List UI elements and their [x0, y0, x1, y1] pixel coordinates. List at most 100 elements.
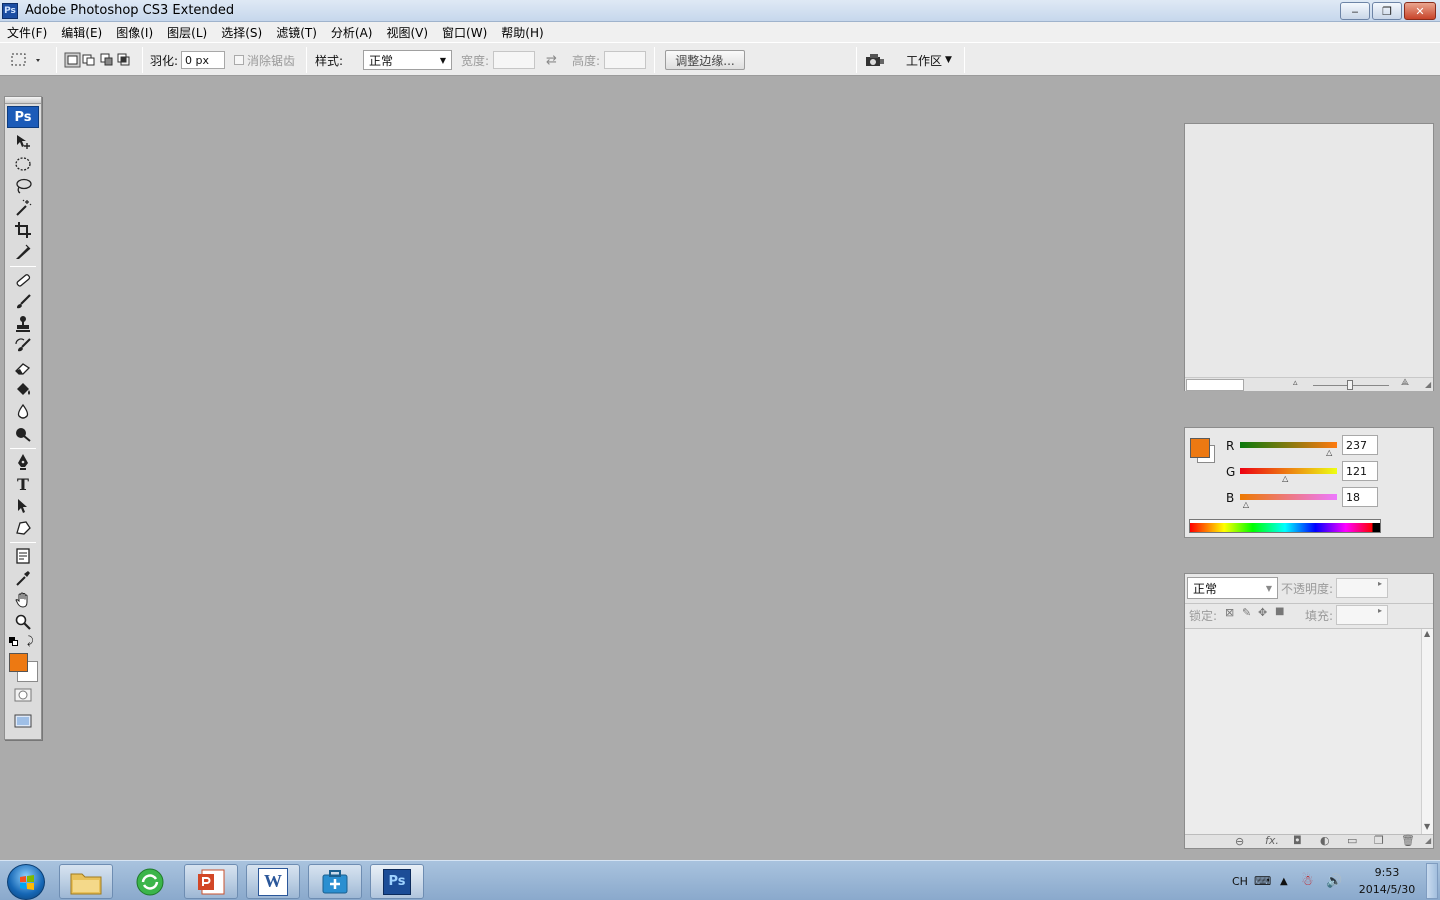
- g-channel-slider[interactable]: [1240, 468, 1337, 474]
- g-channel-thumb[interactable]: △: [1282, 474, 1288, 483]
- eraser-tool-icon[interactable]: [11, 358, 35, 378]
- swap-colors-icon[interactable]: ⤸: [27, 634, 34, 648]
- antialias-checkbox[interactable]: [234, 55, 244, 65]
- custom-shape-icon[interactable]: [11, 518, 35, 538]
- pen-tool-icon[interactable]: [11, 452, 35, 472]
- menu-help[interactable]: 帮助(H): [494, 24, 550, 41]
- keyboard-icon[interactable]: ⌨: [1254, 874, 1271, 888]
- b-channel-thumb[interactable]: △: [1243, 500, 1249, 509]
- hand-tool-icon[interactable]: [11, 590, 35, 610]
- color-spectrum-ramp[interactable]: [1189, 519, 1381, 533]
- taskbar-app5-button[interactable]: [308, 864, 362, 899]
- zoom-tool-icon[interactable]: [11, 612, 35, 632]
- refine-edge-button[interactable]: 调整边缘...: [665, 50, 745, 70]
- default-colors-icon[interactable]: [9, 637, 18, 646]
- new-group-icon[interactable]: ▭: [1347, 834, 1357, 847]
- scroll-down-icon[interactable]: ▼: [1424, 822, 1430, 831]
- blend-mode-dropdown[interactable]: 正常 ▼: [1187, 577, 1278, 599]
- menu-file[interactable]: 文件(F): [0, 24, 54, 41]
- foreground-color-swatch[interactable]: [9, 653, 28, 672]
- ps-logo[interactable]: Ps: [7, 106, 39, 128]
- intersect-selection-icon[interactable]: [117, 53, 130, 66]
- lock-all-icon[interactable]: ■: [1275, 606, 1284, 617]
- bridge-button[interactable]: [864, 43, 886, 77]
- menu-select[interactable]: 选择(S): [214, 24, 269, 41]
- volume-icon[interactable]: 🔊: [1326, 874, 1342, 889]
- spot-healing-brush-icon[interactable]: [11, 270, 35, 290]
- b-channel-slider[interactable]: [1240, 494, 1337, 500]
- r-channel-slider[interactable]: [1240, 442, 1337, 448]
- add-selection-icon[interactable]: [82, 54, 95, 66]
- paint-bucket-icon[interactable]: [11, 380, 35, 400]
- adjustment-layer-icon[interactable]: ◐: [1320, 834, 1330, 847]
- workspace-button[interactable]: 工作区 ▼: [906, 43, 952, 77]
- height-input[interactable]: [604, 51, 647, 69]
- toolbox-grip[interactable]: [5, 97, 41, 104]
- subtract-selection-icon[interactable]: [100, 53, 113, 66]
- g-value-input[interactable]: 121: [1342, 461, 1378, 481]
- layer-style-icon[interactable]: fx.: [1265, 834, 1279, 847]
- zoom-slider-thumb[interactable]: [1347, 380, 1353, 390]
- ime-indicator[interactable]: CH: [1232, 875, 1248, 888]
- minimize-button[interactable]: ‒: [1340, 2, 1370, 20]
- resize-grip-icon[interactable]: ◢: [1425, 836, 1431, 845]
- menu-edit[interactable]: 编辑(E): [54, 24, 109, 41]
- menu-layer[interactable]: 图层(L): [160, 24, 214, 41]
- layers-scrollbar[interactable]: ▲ ▼: [1421, 629, 1433, 834]
- fill-arrow-icon[interactable]: ▸: [1378, 606, 1382, 615]
- layer-mask-icon[interactable]: ◘: [1293, 834, 1302, 847]
- swap-width-height-icon[interactable]: ⇄: [546, 53, 557, 68]
- menu-analysis[interactable]: 分析(A): [324, 24, 380, 41]
- r-value-input[interactable]: 237: [1342, 435, 1378, 455]
- feather-input[interactable]: 0 px: [181, 51, 226, 69]
- r-channel-thumb[interactable]: △: [1326, 448, 1332, 457]
- qq-penguin-icon[interactable]: ☃: [1301, 873, 1314, 889]
- blur-tool-icon[interactable]: [11, 402, 35, 422]
- menu-image[interactable]: 图像(I): [109, 24, 160, 41]
- show-desktop-button[interactable]: [1426, 863, 1438, 899]
- zoom-in-icon[interactable]: ⟁: [1401, 378, 1409, 388]
- history-brush-icon[interactable]: [11, 336, 35, 356]
- color-panel-fg-swatch[interactable]: [1190, 438, 1210, 458]
- restore-button[interactable]: ❐: [1372, 2, 1402, 20]
- resize-grip-icon[interactable]: ◢: [1425, 380, 1431, 389]
- eyedropper-icon[interactable]: [11, 568, 35, 588]
- dodge-tool-icon[interactable]: [11, 424, 35, 444]
- opacity-arrow-icon[interactable]: ▸: [1378, 579, 1382, 588]
- link-layers-icon[interactable]: ⊖: [1235, 835, 1244, 848]
- menu-window[interactable]: 窗口(W): [435, 24, 494, 41]
- path-selection-icon[interactable]: [11, 496, 35, 516]
- menu-view[interactable]: 视图(V): [379, 24, 435, 41]
- lock-pixels-icon[interactable]: ✎: [1242, 606, 1251, 619]
- move-tool-icon[interactable]: [11, 132, 35, 152]
- lock-position-icon[interactable]: ✥: [1258, 606, 1267, 619]
- clone-stamp-icon[interactable]: [11, 314, 35, 334]
- b-value-input[interactable]: 18: [1342, 487, 1378, 507]
- delete-layer-icon[interactable]: 🗑: [1401, 834, 1415, 847]
- zoom-out-icon[interactable]: ▵: [1293, 378, 1298, 388]
- taskbar-photoshop-button[interactable]: Ps: [370, 864, 424, 899]
- show-hidden-icons-icon[interactable]: ▲: [1280, 876, 1288, 887]
- system-clock[interactable]: 9:53 2014/5/30: [1352, 864, 1422, 898]
- menu-filter[interactable]: 滤镜(T): [269, 24, 324, 41]
- screen-mode-icon[interactable]: [11, 711, 35, 731]
- type-tool-icon[interactable]: T: [11, 474, 35, 494]
- close-button[interactable]: ✕: [1404, 2, 1436, 20]
- crop-tool-icon[interactable]: [11, 220, 35, 240]
- lasso-tool-icon[interactable]: [11, 176, 35, 196]
- zoom-percent-input[interactable]: [1186, 379, 1244, 391]
- magic-wand-icon[interactable]: [11, 198, 35, 218]
- style-dropdown[interactable]: 正常 ▼: [363, 50, 452, 70]
- scroll-up-icon[interactable]: ▲: [1424, 629, 1430, 638]
- taskbar-browser-button[interactable]: [123, 864, 177, 899]
- new-selection-icon[interactable]: [64, 52, 81, 68]
- notes-tool-icon[interactable]: [11, 546, 35, 566]
- brush-tool-icon[interactable]: [11, 292, 35, 312]
- quick-mask-icon[interactable]: [11, 685, 35, 705]
- tool-preset-picker[interactable]: [8, 43, 42, 77]
- antialias-checkbox-group[interactable]: 消除锯齿: [234, 43, 295, 77]
- taskbar-powerpoint-button[interactable]: [184, 864, 238, 899]
- lock-transparency-icon[interactable]: ⊠: [1225, 606, 1234, 619]
- slice-tool-icon[interactable]: [11, 242, 35, 262]
- new-layer-icon[interactable]: ❐: [1374, 834, 1384, 847]
